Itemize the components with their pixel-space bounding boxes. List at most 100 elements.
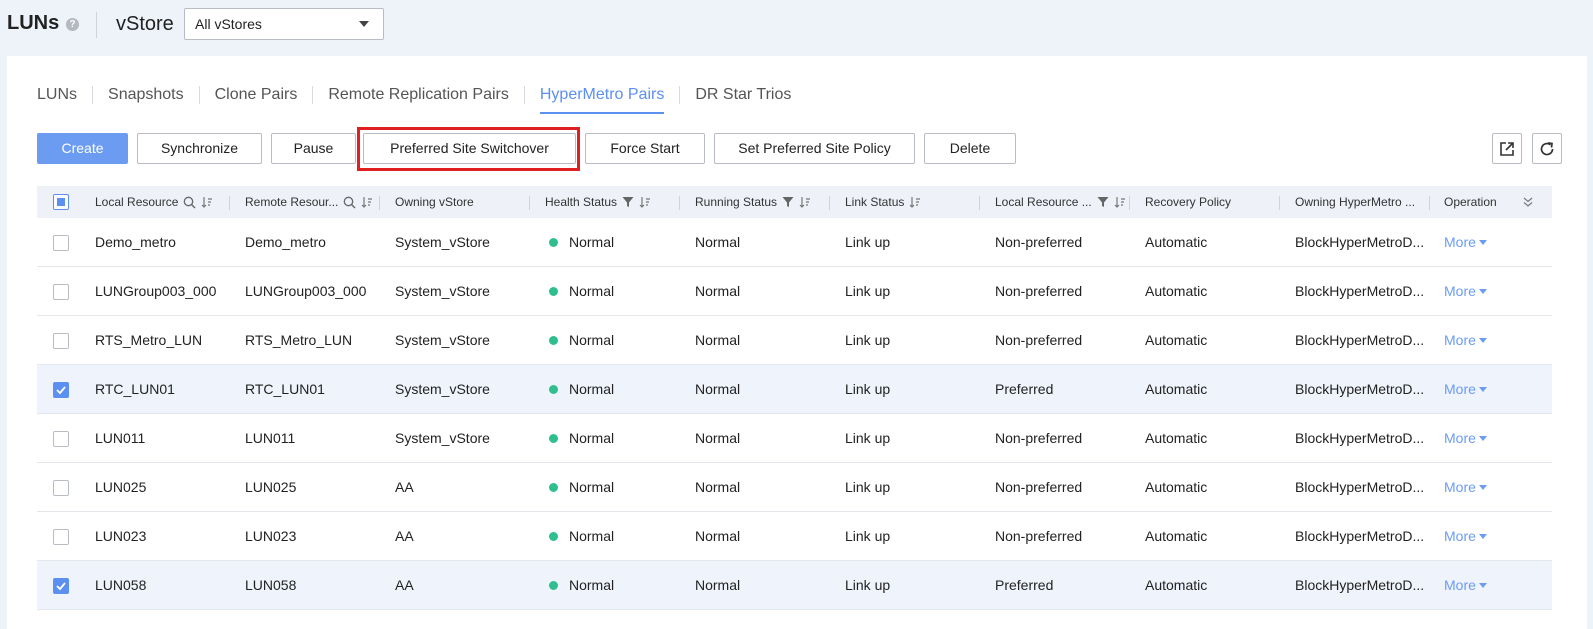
- chevron-down-icon: [1478, 289, 1487, 294]
- filter-icon[interactable]: [1097, 196, 1109, 208]
- hypermetro-pairs-table: Local Resource Remote Resour... Owning v…: [37, 186, 1552, 610]
- cell-text: RTS_Metro_LUN: [95, 332, 203, 348]
- pause-button[interactable]: Pause: [271, 133, 356, 164]
- divider: [96, 12, 97, 38]
- cell-op[interactable]: More: [1444, 463, 1487, 512]
- row-checkbox[interactable]: [53, 333, 69, 349]
- cell-health: Normal: [549, 316, 614, 365]
- cell-text: Normal: [695, 332, 741, 348]
- row-checkbox[interactable]: [53, 480, 69, 496]
- cell-op[interactable]: More: [1444, 561, 1487, 610]
- table-row[interactable]: LUNGroup003_000 LUNGroup003_000 System_vSt…: [37, 267, 1552, 316]
- set-preferred-site-policy-button[interactable]: Set Preferred Site Policy: [714, 133, 915, 164]
- select-all-checkbox[interactable]: [53, 194, 69, 210]
- cell-text: Demo_metro: [245, 234, 326, 250]
- cell-domain: BlockHyperMetroD...: [1295, 218, 1424, 267]
- cell-remote: LUN025: [245, 463, 296, 512]
- tab-clone-pairs[interactable]: Clone Pairs: [215, 86, 298, 112]
- cell-recovery: Automatic: [1145, 414, 1207, 463]
- cell-running: Normal: [695, 267, 740, 316]
- column-owning-hypermetro-domain: Owning HyperMetro ...: [1295, 195, 1416, 209]
- cell-op[interactable]: More: [1444, 414, 1487, 463]
- table-row[interactable]: LUN023 LUN023 AA Normal Normal Link up Non-pre…: [37, 512, 1552, 561]
- synchronize-button[interactable]: Synchronize: [137, 133, 262, 164]
- table-row[interactable]: LUN058 LUN058 AA Normal Normal Link up Preferr…: [37, 561, 1552, 610]
- create-button[interactable]: Create: [37, 133, 128, 164]
- cell-domain: BlockHyperMetroD...: [1295, 561, 1424, 610]
- cell-text: Normal: [569, 577, 615, 593]
- table-row[interactable]: LUN025 LUN025 AA Normal Normal Link up Non-pre…: [37, 463, 1552, 512]
- cell-text: Non-preferred: [995, 430, 1083, 446]
- search-icon[interactable]: [183, 196, 196, 209]
- filter-icon[interactable]: [622, 196, 634, 208]
- tab-luns[interactable]: LUNs: [37, 86, 77, 112]
- more-menu-link[interactable]: More: [1444, 577, 1476, 593]
- more-menu-link[interactable]: More: [1444, 234, 1476, 250]
- cell-op[interactable]: More: [1444, 316, 1487, 365]
- cell-recovery: Automatic: [1145, 316, 1207, 365]
- more-menu-link[interactable]: More: [1444, 283, 1476, 299]
- table-row[interactable]: Demo_metro Demo_metro System_vStore Normal N…: [37, 218, 1552, 267]
- cell-op[interactable]: More: [1444, 365, 1487, 414]
- filter-icon[interactable]: [782, 196, 794, 208]
- cell-link: Link up: [845, 414, 890, 463]
- cell-text: Normal: [695, 283, 741, 299]
- table-row[interactable]: RTC_LUN01 RTC_LUN01 System_vStore Normal Nor…: [37, 365, 1552, 414]
- sort-icon[interactable]: [361, 196, 373, 208]
- tab-dr-star-trios[interactable]: DR Star Trios: [695, 86, 791, 112]
- row-checkbox[interactable]: [53, 578, 69, 594]
- more-menu-link[interactable]: More: [1444, 479, 1476, 495]
- cell-op[interactable]: More: [1444, 512, 1487, 561]
- sort-icon[interactable]: [201, 196, 213, 208]
- delete-button[interactable]: Delete: [924, 133, 1016, 164]
- tab-snapshots[interactable]: Snapshots: [108, 86, 184, 112]
- row-checkbox[interactable]: [53, 431, 69, 447]
- cell-text: System_vStore: [395, 381, 490, 397]
- cell-text: Preferred: [995, 577, 1054, 593]
- column-local-resource-role: Local Resource ...: [995, 186, 1126, 218]
- cell-local: RTC_LUN01: [95, 365, 175, 414]
- more-menu-link[interactable]: More: [1444, 430, 1476, 446]
- chevron-down-icon: [1478, 436, 1487, 441]
- tab-hypermetro-pairs[interactable]: HyperMetro Pairs: [539, 86, 665, 114]
- row-checkbox[interactable]: [53, 284, 69, 300]
- cell-text: LUN023: [245, 528, 297, 544]
- check-icon: [56, 582, 66, 591]
- vstore-select-value: All vStores: [195, 16, 262, 32]
- more-menu-link[interactable]: More: [1444, 332, 1476, 348]
- cell-vstore: System_vStore: [395, 267, 490, 316]
- sort-icon[interactable]: [909, 196, 921, 208]
- cell-text: BlockHyperMetroD...: [1295, 430, 1425, 446]
- tab-remote-replication-pairs[interactable]: Remote Replication Pairs: [328, 86, 509, 112]
- column-operation: Operation: [1444, 195, 1497, 209]
- cell-domain: BlockHyperMetroD...: [1295, 414, 1424, 463]
- refresh-button[interactable]: [1532, 133, 1562, 164]
- more-menu-link[interactable]: More: [1444, 381, 1476, 397]
- help-icon[interactable]: ?: [66, 18, 79, 31]
- cell-text: Non-preferred: [995, 332, 1083, 348]
- sort-icon[interactable]: [799, 196, 811, 208]
- row-checkbox[interactable]: [53, 382, 69, 398]
- cell-remote: Demo_metro: [245, 218, 326, 267]
- cell-health: Normal: [549, 414, 614, 463]
- cell-local: LUN025: [95, 463, 146, 512]
- row-checkbox[interactable]: [53, 235, 69, 251]
- cell-role: Non-preferred: [995, 463, 1082, 512]
- export-button[interactable]: [1492, 133, 1522, 164]
- search-icon[interactable]: [343, 196, 356, 209]
- cell-op[interactable]: More: [1444, 267, 1487, 316]
- force-start-button[interactable]: Force Start: [585, 133, 705, 164]
- table-row[interactable]: LUN011 LUN011 System_vStore Normal Normal Lin…: [37, 414, 1552, 463]
- sort-icon[interactable]: [639, 196, 651, 208]
- preferred-site-switchover-button[interactable]: Preferred Site Switchover: [363, 133, 576, 164]
- vstore-select[interactable]: All vStores: [184, 8, 384, 40]
- cell-health: Normal: [549, 561, 614, 610]
- cell-op[interactable]: More: [1444, 218, 1487, 267]
- expand-columns-icon[interactable]: [1523, 196, 1533, 208]
- sort-icon[interactable]: [1114, 196, 1126, 208]
- cell-local: LUNGroup003_000: [95, 267, 216, 316]
- row-checkbox[interactable]: [53, 529, 69, 545]
- table-row[interactable]: RTS_Metro_LUN RTS_Metro_LUN System_vStore N…: [37, 316, 1552, 365]
- more-menu-link[interactable]: More: [1444, 528, 1476, 544]
- cell-recovery: Automatic: [1145, 218, 1207, 267]
